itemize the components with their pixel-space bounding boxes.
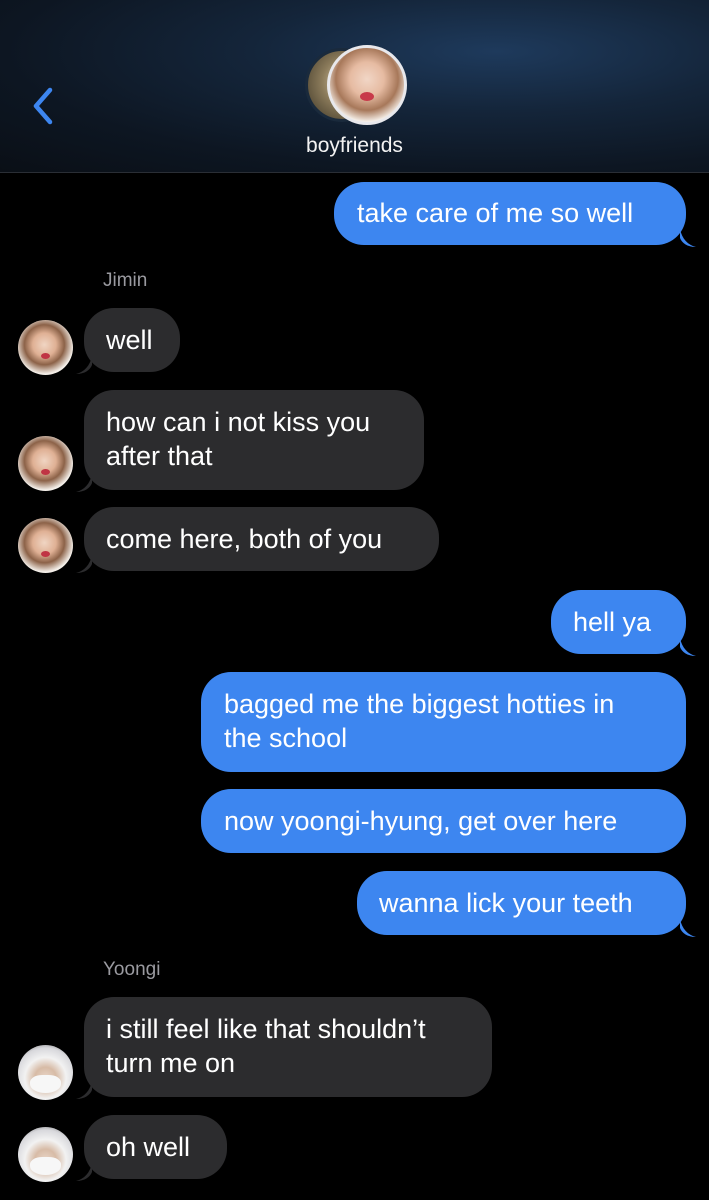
message-text-line: turn me on (106, 1048, 236, 1078)
message-text-line: bagged me the biggest hotties in (224, 689, 615, 719)
message-text: wanna lick your teeth (379, 888, 633, 918)
outgoing-message-bubble[interactable]: now yoongi-hyung, get over here (201, 789, 686, 853)
jimin-avatar[interactable] (18, 518, 73, 573)
yoongi-avatar[interactable] (18, 1045, 73, 1100)
bubble-tail (76, 474, 92, 492)
outgoing-message-bubble[interactable]: wanna lick your teeth (357, 871, 686, 935)
sender-name: Yoongi (103, 959, 161, 980)
chevron-left-icon (33, 87, 53, 125)
bubble-tail (680, 919, 696, 937)
message-text: hell ya (573, 607, 652, 637)
outgoing-message-bubble[interactable]: hell ya (551, 590, 686, 654)
incoming-message-bubble[interactable]: oh well (84, 1115, 227, 1179)
yoongi-avatar[interactable] (18, 1127, 73, 1182)
message-text-line: after that (106, 441, 213, 471)
message-text: take care of me so well (357, 198, 634, 228)
outgoing-message-bubble[interactable]: take care of me so well (334, 182, 686, 245)
incoming-message-bubble[interactable]: how can i not kiss you after that (84, 390, 424, 490)
bubble-tail (76, 1163, 92, 1181)
group-avatar-stack[interactable] (305, 45, 407, 125)
chat-header: boyfriends (0, 0, 709, 173)
jimin-avatar[interactable] (18, 320, 73, 375)
back-button[interactable] (22, 78, 66, 134)
bubble-tail (76, 1081, 92, 1099)
sender-name: Jimin (103, 270, 148, 291)
message-text: well (106, 325, 153, 355)
message-text-line: i still feel like that shouldn’t (106, 1014, 426, 1044)
message-text-line: how can i not kiss you (106, 407, 371, 437)
message-text: come here, both of you (106, 524, 383, 554)
message-text-line: the school (224, 723, 348, 753)
bubble-tail (680, 229, 696, 247)
message-text: now yoongi-hyung, get over here (224, 806, 618, 836)
incoming-message-bubble[interactable]: come here, both of you (84, 507, 439, 571)
outgoing-message-bubble[interactable]: bagged me the biggest hotties in the sch… (201, 672, 686, 772)
bubble-tail (76, 356, 92, 374)
bubble-tail (76, 555, 92, 573)
jimin-avatar[interactable] (18, 436, 73, 491)
message-text: oh well (106, 1132, 191, 1162)
incoming-message-bubble[interactable]: well (84, 308, 180, 372)
group-name[interactable]: boyfriends (0, 134, 709, 158)
bubble-tail (680, 638, 696, 656)
group-member-avatar (327, 45, 407, 125)
incoming-message-bubble[interactable]: i still feel like that shouldn’t turn me… (84, 997, 492, 1097)
